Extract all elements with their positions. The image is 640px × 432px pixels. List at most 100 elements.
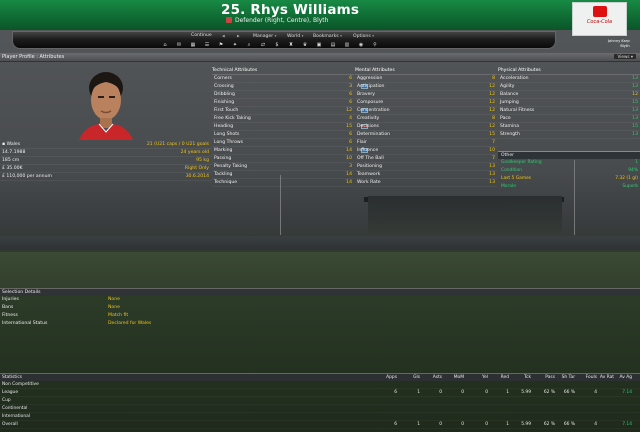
views-button[interactable]: Views ▾ xyxy=(614,54,636,59)
stat-cell: 7.14 xyxy=(622,422,632,427)
attribute-row-technique[interactable]: Technique 14 xyxy=(212,179,354,187)
other-name: Goalkeeper Rating xyxy=(501,160,542,165)
attribute-row-strength[interactable]: Strength 13 xyxy=(498,131,640,139)
bookmarks-label: Bookmarks xyxy=(313,34,339,39)
attribute-row-work-rate[interactable]: Work Rate 13 xyxy=(355,179,497,187)
attribute-row-acceleration[interactable]: Acceleration 13 xyxy=(498,75,640,83)
manager-menu[interactable]: Manager ▾ xyxy=(253,33,276,39)
attribute-row-free-kick-taking[interactable]: Free Kick Taking 4 xyxy=(212,115,354,123)
chevron-down-icon: ▾ xyxy=(340,34,342,38)
attribute-row-natural-fitness[interactable]: Natural Fitness 13 xyxy=(498,107,640,115)
attribute-row-jumping[interactable]: Jumping 15 xyxy=(498,99,640,107)
other-row-goalkeeper-rating: Goalkeeper Rating 1 xyxy=(498,159,640,167)
tactics-icon[interactable]: ⚑ xyxy=(214,42,228,48)
attribute-row-off-the-ball[interactable]: Off The Ball 7 xyxy=(355,155,497,163)
attribute-row-decisions[interactable]: Decisions 12 xyxy=(355,123,497,131)
attribute-row-composure[interactable]: Composure 12 xyxy=(355,99,497,107)
club-icon[interactable]: ♜ xyxy=(284,42,298,48)
attribute-row-influence[interactable]: Influence 10 xyxy=(355,147,497,155)
attribute-value: 7 xyxy=(492,140,495,145)
info-row-height: 185 cm 95 kg xyxy=(0,157,212,165)
attribute-row-balance[interactable]: Balance 12 xyxy=(498,91,640,99)
attribute-value: 13 xyxy=(489,164,495,169)
attribute-row-bravery[interactable]: Bravery 12 xyxy=(355,91,497,99)
attribute-value: 10 xyxy=(489,148,495,153)
world-icon[interactable]: ◉ xyxy=(354,42,368,48)
stat-row-label: Overall xyxy=(2,422,18,427)
calendar-icon[interactable]: ▦ xyxy=(186,42,200,48)
attribute-row-creativity[interactable]: Creativity 8 xyxy=(355,115,497,123)
attribute-name: Pace xyxy=(500,116,511,121)
attribute-value: 6 xyxy=(349,140,352,145)
attribute-value: 10 xyxy=(346,156,352,161)
attribute-row-marking[interactable]: Marking 14 xyxy=(212,147,368,155)
attribute-row-aggression[interactable]: Aggression 8 xyxy=(355,75,497,83)
squad-icon[interactable]: ☰ xyxy=(200,42,214,48)
trophy-icon[interactable]: ♛ xyxy=(298,42,312,48)
attribute-name: Off The Ball xyxy=(357,156,384,161)
bookmarks-menu[interactable]: Bookmarks ▾ xyxy=(313,33,342,39)
attribute-row-agility[interactable]: Agility 13 xyxy=(498,83,640,91)
competitions-icon[interactable]: ▣ xyxy=(312,42,326,48)
attribute-name: Teamwork xyxy=(357,172,381,177)
world-menu[interactable]: World ▾ xyxy=(287,33,303,39)
attribute-name: Acceleration xyxy=(500,76,529,81)
back-button[interactable]: ◀ xyxy=(222,33,225,39)
club-badge-icon xyxy=(226,17,232,23)
attribute-name: Balance xyxy=(500,92,519,97)
league-icon[interactable]: ▥ xyxy=(340,42,354,48)
training-icon[interactable]: ✦ xyxy=(228,42,242,48)
selection-value: Declared for Wales xyxy=(108,321,152,326)
attribute-row-anticipation[interactable]: Anticipation 12 xyxy=(355,83,497,91)
nationality-text: Wales xyxy=(6,142,21,147)
height-label: 185 cm xyxy=(2,158,20,163)
attribute-name: Agility xyxy=(500,84,515,89)
attribute-row-heading[interactable]: Heading 15 xyxy=(212,123,368,131)
attribute-row-determination[interactable]: Determination 15 xyxy=(355,131,497,139)
home-icon[interactable]: ⌂ xyxy=(158,42,172,48)
transfers-icon[interactable]: ⇄ xyxy=(256,42,270,48)
attribute-row-positioning[interactable]: Positioning 13 xyxy=(355,163,497,171)
player-subtitle: Defender (Right, Centre), Blyth xyxy=(226,17,328,24)
attribute-row-long-throws[interactable]: Long Throws 6 xyxy=(212,139,354,147)
forward-button[interactable]: ▶ xyxy=(237,33,240,39)
stat-row-continental: Continental xyxy=(0,405,640,413)
attribute-row-finishing[interactable]: Finishing 6 xyxy=(212,99,354,107)
attribute-row-pace[interactable]: Pace 13 xyxy=(498,115,640,123)
attribute-name: Flair xyxy=(357,140,367,145)
attribute-row-teamwork[interactable]: Teamwork 13 xyxy=(355,171,497,179)
attribute-row-first-touch[interactable]: First Touch 12 xyxy=(212,107,368,115)
attribute-value: 12 xyxy=(346,108,352,113)
attribute-row-tackling[interactable]: Tackling 14 xyxy=(212,171,354,179)
attribute-row-concentration[interactable]: Concentration 12 xyxy=(355,107,497,115)
finances-icon[interactable]: $ xyxy=(270,42,284,48)
attribute-row-dribbling[interactable]: Dribbling 6 xyxy=(212,91,354,99)
attribute-row-passing[interactable]: Passing 10 xyxy=(212,155,354,163)
attribute-value: 13 xyxy=(632,108,638,113)
search-icon[interactable]: ⚲ xyxy=(368,42,382,48)
options-menu[interactable]: Options ▾ xyxy=(353,33,374,39)
attribute-name: Jumping xyxy=(500,100,519,105)
attribute-name: Aggression xyxy=(357,76,383,81)
attribute-row-stamina[interactable]: Stamina 15 xyxy=(498,123,640,131)
attribute-row-corners[interactable]: Corners 6 xyxy=(212,75,354,83)
attribute-value: 14 xyxy=(346,172,352,177)
inbox-icon[interactable]: ✉ xyxy=(172,42,186,48)
attribute-name: Concentration xyxy=(357,108,390,113)
attribute-row-flair[interactable]: Flair 7 xyxy=(355,139,497,147)
selection-value: Match fit xyxy=(108,313,129,318)
panel-title: Player Profile : Attributes xyxy=(2,54,65,60)
attribute-row-crossing[interactable]: Crossing 3 xyxy=(212,83,368,91)
attribute-row-penalty-taking[interactable]: Penalty Taking 3 xyxy=(212,163,354,171)
chevron-down-icon: ▾ xyxy=(372,34,374,38)
attribute-name: Dribbling xyxy=(214,92,235,97)
continue-button[interactable]: Continue xyxy=(191,33,212,39)
attribute-name: First Touch xyxy=(214,108,239,113)
attribute-name: Natural Fitness xyxy=(500,108,535,113)
news-icon[interactable]: ▤ xyxy=(326,42,340,48)
scouting-icon[interactable]: ⌕ xyxy=(242,42,256,48)
info-row-dob: 14.7.1988 24 years old xyxy=(0,149,212,157)
attribute-row-long-shots[interactable]: Long Shots 6 xyxy=(212,131,354,139)
attribute-value: 8 xyxy=(492,76,495,81)
user-club: Blyth xyxy=(620,43,630,48)
